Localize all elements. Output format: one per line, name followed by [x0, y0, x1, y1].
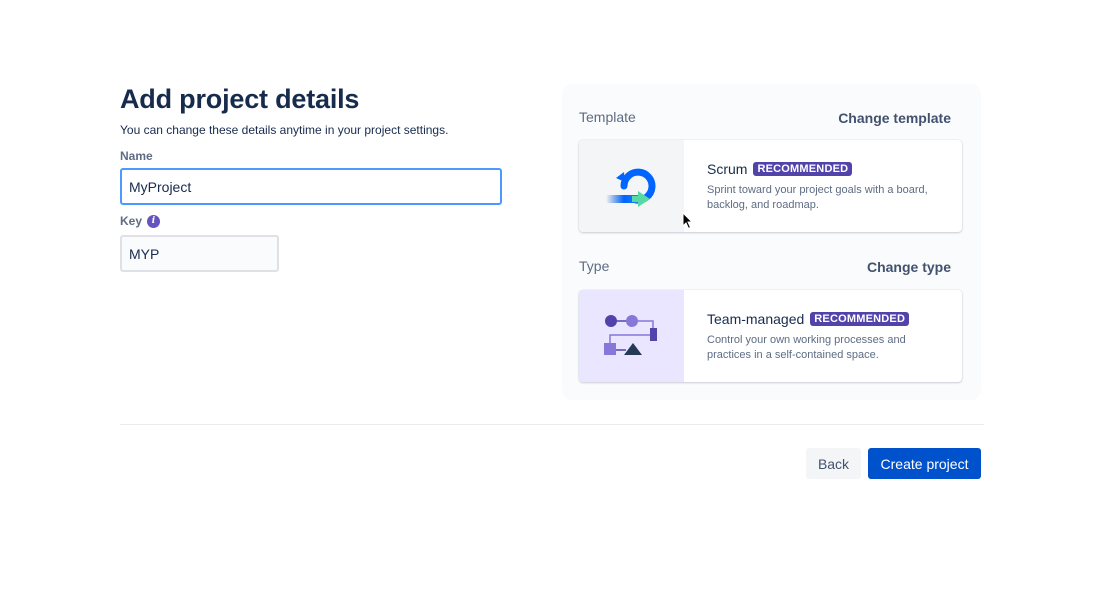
footer-divider	[120, 424, 984, 425]
change-type-button[interactable]: Change type	[867, 259, 951, 275]
create-project-button[interactable]: Create project	[868, 448, 981, 479]
change-template-button[interactable]: Change template	[838, 110, 951, 126]
workflow-icon	[603, 315, 657, 355]
name-input[interactable]: MyProject	[120, 168, 502, 205]
team-managed-title-row: Team-managed RECOMMENDED	[707, 311, 947, 327]
recommended-badge: RECOMMENDED	[753, 162, 853, 176]
key-label: Key i	[120, 214, 161, 228]
team-managed-title: Team-managed	[707, 311, 805, 327]
team-managed-type-card[interactable]: Team-managed RECOMMENDED Control your ow…	[579, 290, 962, 382]
scrum-title: Scrum	[707, 161, 748, 177]
scrum-title-row: Scrum RECOMMENDED	[707, 161, 947, 177]
key-input-value: MYP	[129, 245, 160, 262]
name-label-text: Name	[120, 149, 153, 163]
page-subtitle: You can change these details anytime in …	[120, 123, 449, 137]
team-managed-illustration	[579, 290, 684, 382]
template-section-label: Template	[579, 109, 636, 125]
scrum-card-body: Scrum RECOMMENDED Sprint toward your pro…	[684, 140, 947, 232]
type-section-label: Type	[579, 258, 610, 274]
scrum-template-card[interactable]: Scrum RECOMMENDED Sprint toward your pro…	[579, 140, 962, 232]
scrum-illustration	[579, 140, 684, 232]
name-input-value: MyProject	[129, 178, 192, 195]
scrum-description: Sprint toward your project goals with a …	[707, 184, 928, 211]
page-title: Add project details	[120, 84, 360, 114]
team-managed-card-body: Team-managed RECOMMENDED Control your ow…	[684, 290, 947, 382]
key-label-text: Key	[120, 214, 143, 228]
scrum-cycle-icon	[605, 168, 655, 207]
recommended-badge: RECOMMENDED	[810, 312, 910, 326]
name-label: Name	[120, 149, 153, 163]
key-input[interactable]: MYP	[120, 235, 279, 272]
back-button[interactable]: Back	[806, 448, 861, 479]
team-managed-description: Control your own working processes and p…	[707, 334, 906, 361]
mouse-cursor-icon	[682, 212, 694, 230]
info-icon[interactable]: i	[147, 214, 161, 228]
